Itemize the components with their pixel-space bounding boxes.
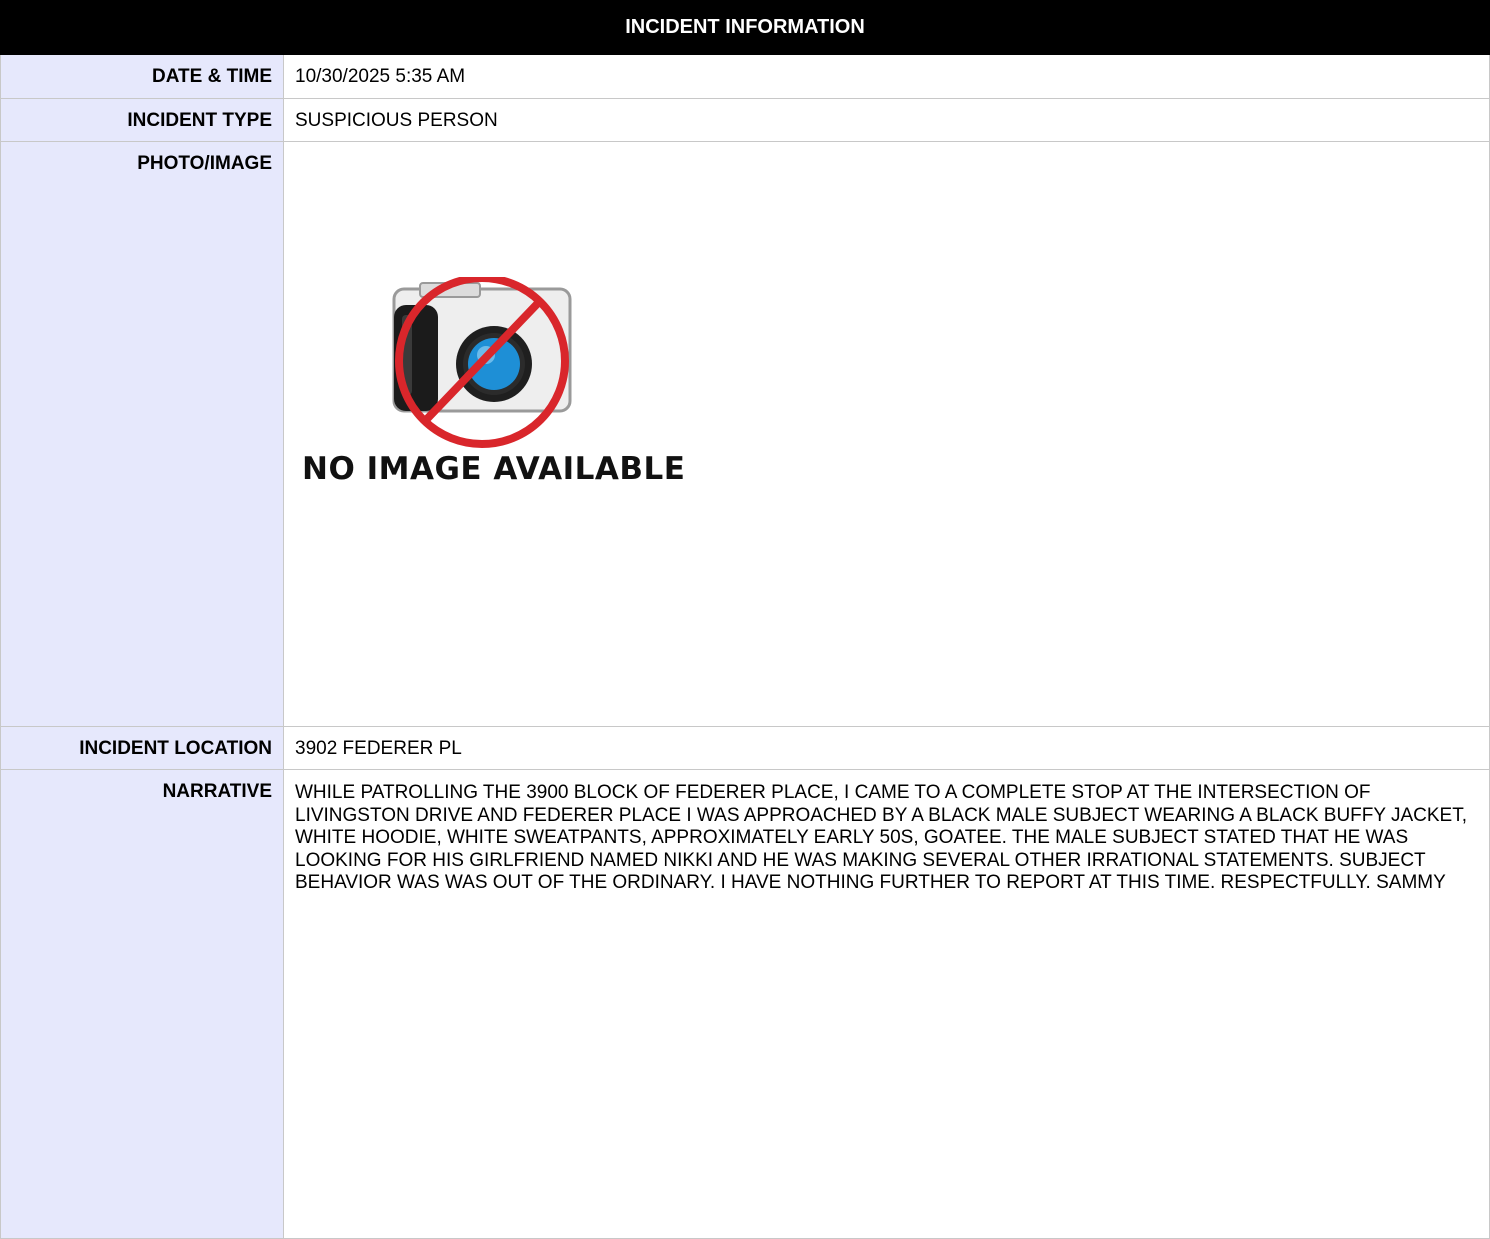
label-incident-location-text: INCIDENT LOCATION: [79, 738, 272, 759]
label-narrative-text: NARRATIVE: [162, 781, 272, 802]
value-incident-location: 3902 FEDERER PL: [295, 738, 462, 759]
row-date-time: DATE & TIME 10/30/2025 5:35 AM: [0, 55, 1490, 99]
row-incident-location: INCIDENT LOCATION 3902 FEDERER PL: [0, 727, 1490, 770]
row-photo: PHOTO/IMAGE NO IMAGE AVAILABLE: [0, 142, 1490, 727]
report-title: INCIDENT INFORMATION: [625, 16, 865, 38]
label-incident-type-text: INCIDENT TYPE: [127, 110, 272, 131]
value-date-time: 10/30/2025 5:35 AM: [295, 66, 466, 87]
label-photo-text: PHOTO/IMAGE: [137, 153, 272, 174]
incident-report: INCIDENT INFORMATION DATE & TIME 10/30/2…: [0, 0, 1490, 1239]
row-narrative: NARRATIVE WHILE PATROLLING THE 3900 BLOC…: [0, 770, 1490, 1239]
report-header: INCIDENT INFORMATION: [0, 0, 1490, 55]
label-incident-location: INCIDENT LOCATION: [1, 727, 284, 769]
label-narrative: NARRATIVE: [1, 770, 284, 1238]
label-photo: PHOTO/IMAGE: [1, 142, 284, 726]
label-date-time-text: DATE & TIME: [152, 66, 272, 87]
no-image-text: NO IMAGE AVAILABLE: [302, 451, 686, 487]
label-incident-type: INCIDENT TYPE: [1, 99, 284, 141]
value-narrative: WHILE PATROLLING THE 3900 BLOCK OF FEDER…: [295, 782, 1467, 893]
photo-cell: NO IMAGE AVAILABLE: [284, 142, 1489, 726]
value-incident-type: SUSPICIOUS PERSON: [295, 110, 498, 131]
row-incident-type: INCIDENT TYPE SUSPICIOUS PERSON: [0, 99, 1490, 142]
label-date-time: DATE & TIME: [1, 55, 284, 98]
